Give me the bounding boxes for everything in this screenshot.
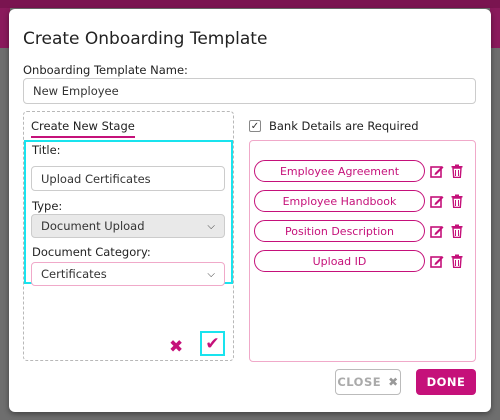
bank-details-label: Bank Details are Required bbox=[269, 119, 419, 133]
trash-icon[interactable] bbox=[451, 254, 463, 268]
cancel-stage-icon[interactable]: ✖ bbox=[169, 337, 183, 357]
chevron-down-icon: ⌵ bbox=[207, 220, 215, 232]
document-item[interactable]: Upload ID bbox=[254, 250, 425, 272]
close-icon: ✖ bbox=[388, 375, 399, 389]
edit-icon[interactable] bbox=[430, 194, 444, 208]
trash-icon[interactable] bbox=[451, 224, 463, 238]
document-category-select[interactable]: Certificates ⌵ bbox=[31, 262, 225, 286]
done-button[interactable]: DONE bbox=[416, 369, 476, 395]
background-right-strip bbox=[490, 8, 500, 48]
close-button-label: CLOSE bbox=[337, 375, 382, 389]
title-label: Title: bbox=[32, 143, 61, 157]
template-name-label: Onboarding Template Name: bbox=[23, 63, 188, 77]
confirm-stage-button[interactable]: ✔ bbox=[200, 331, 225, 356]
template-name-input[interactable] bbox=[23, 78, 476, 104]
trash-icon[interactable] bbox=[451, 194, 463, 208]
close-button[interactable]: CLOSE ✖ bbox=[335, 369, 401, 395]
document-item[interactable]: Position Description bbox=[254, 220, 425, 242]
document-category-value: Certificates bbox=[41, 267, 107, 281]
stage-title-input[interactable] bbox=[31, 166, 225, 191]
type-label: Type: bbox=[32, 199, 63, 213]
background-header-strip bbox=[0, 0, 500, 8]
chevron-down-icon: ⌵ bbox=[207, 268, 215, 280]
stage-type-value: Document Upload bbox=[41, 219, 145, 233]
create-onboarding-template-modal: Create Onboarding Template Onboarding Te… bbox=[9, 9, 491, 412]
edit-icon[interactable] bbox=[430, 224, 444, 238]
edit-icon[interactable] bbox=[430, 164, 444, 178]
modal-title: Create Onboarding Template bbox=[23, 29, 268, 49]
create-stage-heading: Create New Stage bbox=[31, 119, 135, 138]
trash-icon[interactable] bbox=[451, 164, 463, 178]
stage-type-select[interactable]: Document Upload ⌵ bbox=[31, 214, 225, 238]
document-item[interactable]: Employee Agreement bbox=[254, 160, 425, 182]
edit-icon[interactable] bbox=[430, 254, 444, 268]
checkmark-icon: ✔ bbox=[205, 333, 220, 354]
document-category-label: Document Category: bbox=[32, 245, 151, 259]
bank-details-toggle[interactable]: ✓ Bank Details are Required bbox=[249, 119, 419, 133]
document-item[interactable]: Employee Handbook bbox=[254, 190, 425, 212]
bank-details-checkbox[interactable]: ✓ bbox=[249, 120, 261, 132]
